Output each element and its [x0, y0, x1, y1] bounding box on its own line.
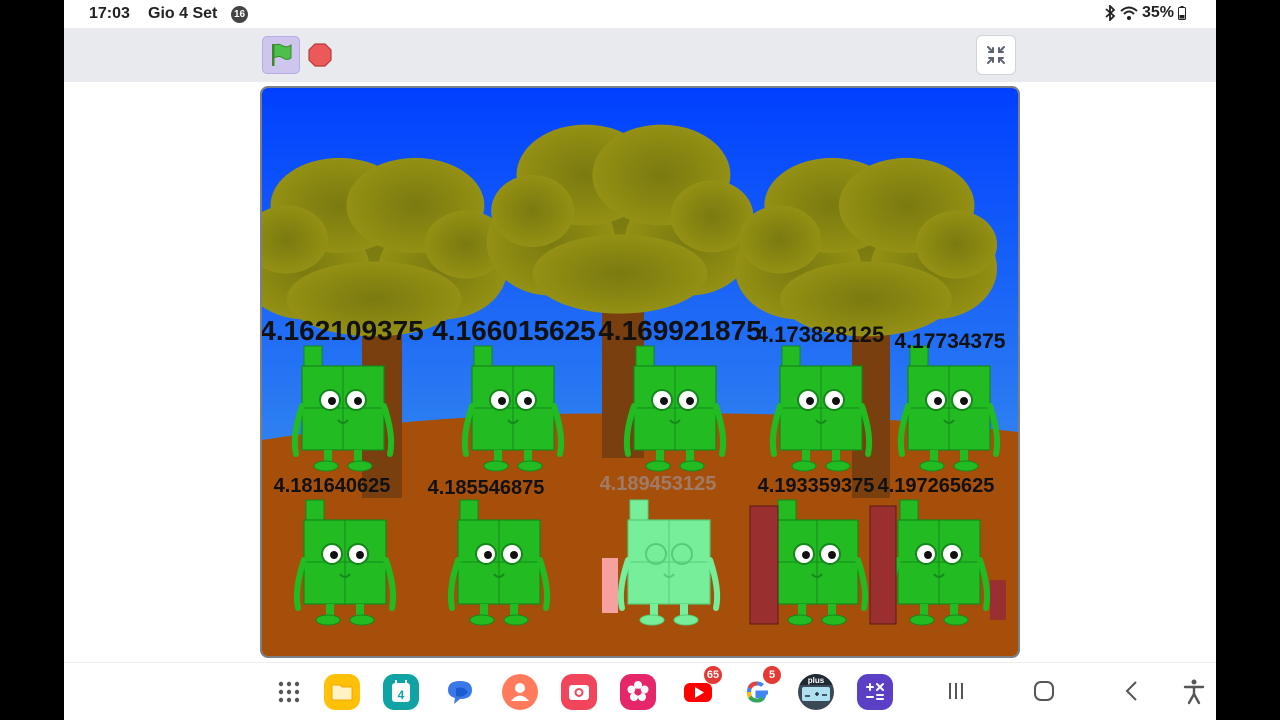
google-badge: 5	[763, 666, 781, 684]
top-number-label: 4.173828125	[756, 322, 884, 347]
app-drawer-button[interactable]	[271, 674, 307, 710]
exit-fullscreen-button[interactable]	[976, 35, 1016, 75]
contacts-app[interactable]	[502, 674, 538, 710]
files-icon	[331, 684, 353, 701]
status-time: 17:03	[89, 5, 130, 22]
green-flag-icon	[272, 43, 292, 66]
status-date: Gio 4 Set	[148, 5, 218, 22]
status-indicators: 35%	[1104, 4, 1186, 22]
accessibility-button[interactable]	[1179, 676, 1209, 706]
back-button[interactable]	[1117, 676, 1147, 706]
bluetooth-icon	[1105, 5, 1116, 21]
calendar-day: 4	[398, 688, 405, 702]
camera-app[interactable]	[561, 674, 597, 710]
project-stage[interactable]: 4.162109375 4.166015625 4.169921875 4.17382…	[260, 86, 1020, 658]
youtube-app[interactable]: 65	[680, 666, 722, 710]
math-plus-app[interactable]: plus	[798, 674, 834, 710]
bottom-number-label: 4.197265625	[878, 475, 995, 497]
stop-button[interactable]	[308, 43, 332, 67]
calendar-icon: 4	[392, 680, 410, 702]
recent-apps-button[interactable]	[941, 676, 971, 706]
battery-percent: 35%	[1141, 4, 1174, 21]
camera-icon	[569, 685, 589, 700]
youtube-badge: 65	[704, 666, 722, 684]
home-icon	[1034, 681, 1054, 701]
back-icon	[1125, 681, 1137, 701]
player-toolbar	[64, 28, 1216, 82]
calculator-icon	[866, 683, 884, 700]
messages-app[interactable]	[442, 674, 478, 710]
bottom-number-label: 4.193359375	[758, 475, 875, 497]
exit-fullscreen-icon	[987, 46, 1005, 64]
top-number-label: 4.169921875	[598, 315, 762, 346]
stop-icon	[308, 43, 332, 67]
contacts-icon	[511, 683, 529, 701]
bottom-number-label: 4.189453125	[600, 473, 717, 495]
accessibility-icon	[1183, 679, 1205, 705]
gallery-icon	[627, 681, 649, 701]
math-plus-icon: plus	[798, 674, 834, 701]
top-number-label: 4.17734375	[895, 330, 1006, 353]
calendar-app[interactable]: 4	[383, 674, 419, 710]
notification-badge: 16	[231, 6, 248, 23]
messages-icon	[448, 681, 472, 704]
files-app[interactable]	[324, 674, 360, 710]
wifi-icon	[1120, 6, 1138, 20]
google-app[interactable]: 5	[739, 666, 781, 710]
home-button[interactable]	[1029, 676, 1059, 706]
battery-icon	[1178, 6, 1186, 20]
calculator-app[interactable]	[857, 674, 893, 710]
app-drawer-icon	[278, 681, 300, 703]
stage-canvas: 4.162109375 4.166015625 4.1699218754.17382…	[262, 88, 1018, 656]
top-number-label: 4.166015625	[432, 315, 596, 346]
status-bar: 17:03 Gio 4 Set 16 35%	[64, 0, 1216, 28]
gallery-app[interactable]	[620, 674, 656, 710]
recent-apps-icon	[949, 683, 963, 699]
bottom-number-label: 4.181640625	[274, 475, 391, 497]
top-number-label: 4.162109375	[262, 315, 424, 346]
tablet-screen: 17:03 Gio 4 Set 16 35% 4.162109375 4.166…	[64, 0, 1216, 720]
green-flag-button[interactable]	[262, 36, 300, 74]
bottom-number-label: 4.185546875	[428, 477, 545, 499]
math-plus-label: plus	[808, 676, 825, 685]
